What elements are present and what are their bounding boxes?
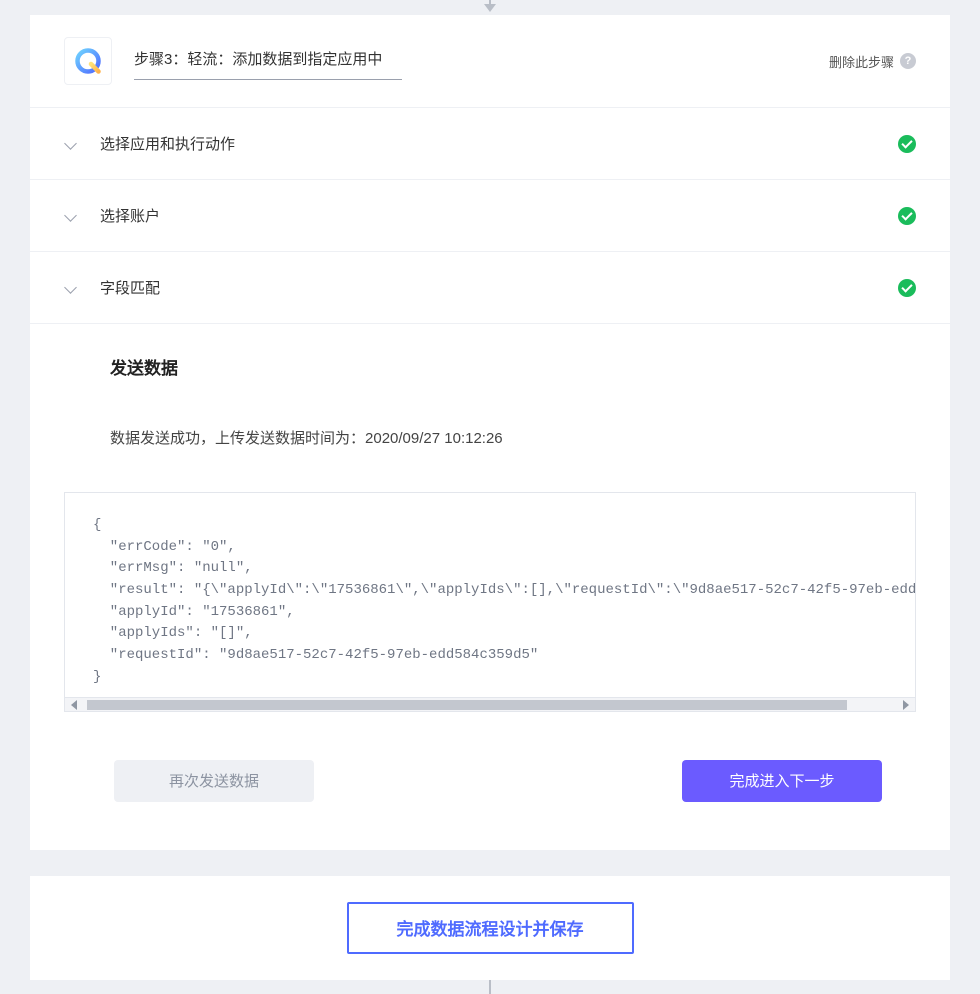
app-logo-icon [64,37,112,85]
chevron-down-icon [64,210,76,222]
section-label: 选择应用和执行动作 [100,133,898,154]
connector-bottom [30,980,950,994]
section-label: 字段匹配 [100,277,898,298]
section-field-mapping[interactable]: 字段匹配 [30,252,950,324]
response-code-box[interactable]: { "errCode": "0", "errMsg": "null", "res… [64,492,916,698]
horizontal-scrollbar[interactable] [64,698,916,712]
chevron-down-icon [64,282,76,294]
section-select-app[interactable]: 选择应用和执行动作 [30,108,950,180]
check-icon [898,135,916,153]
scroll-left-icon[interactable] [71,700,77,710]
delete-step-label: 删除此步骤 [829,52,894,71]
check-icon [898,207,916,225]
step-title-input[interactable]: 步骤3：轻流：添加数据到指定应用中 [134,42,402,80]
scroll-thumb[interactable] [87,700,847,710]
next-step-button[interactable]: 完成进入下一步 [682,760,882,802]
delete-step-button[interactable]: 删除此步骤 ? [829,52,916,71]
send-title: 发送数据 [110,354,916,379]
check-icon [898,279,916,297]
card-gap [30,850,950,876]
step-card: 步骤3：轻流：添加数据到指定应用中 删除此步骤 ? 选择应用和执行动作 选择账户… [30,15,950,850]
scroll-right-icon[interactable] [903,700,909,710]
step-header: 步骤3：轻流：添加数据到指定应用中 删除此步骤 ? [30,15,950,108]
finish-save-button[interactable]: 完成数据流程设计并保存 [347,902,634,954]
arrow-down-icon [484,4,496,12]
send-data-panel: 发送数据 数据发送成功，上传发送数据时间为：2020/09/27 10:12:2… [30,324,950,492]
section-label: 选择账户 [100,205,898,226]
send-status: 数据发送成功，上传发送数据时间为：2020/09/27 10:12:26 [110,427,916,448]
finish-card: 完成数据流程设计并保存 [30,876,950,980]
chevron-down-icon [64,138,76,150]
connector-top [30,0,950,15]
help-icon[interactable]: ? [900,53,916,69]
resend-button[interactable]: 再次发送数据 [114,760,314,802]
action-button-row: 再次发送数据 完成进入下一步 [30,712,950,850]
section-select-account[interactable]: 选择账户 [30,180,950,252]
